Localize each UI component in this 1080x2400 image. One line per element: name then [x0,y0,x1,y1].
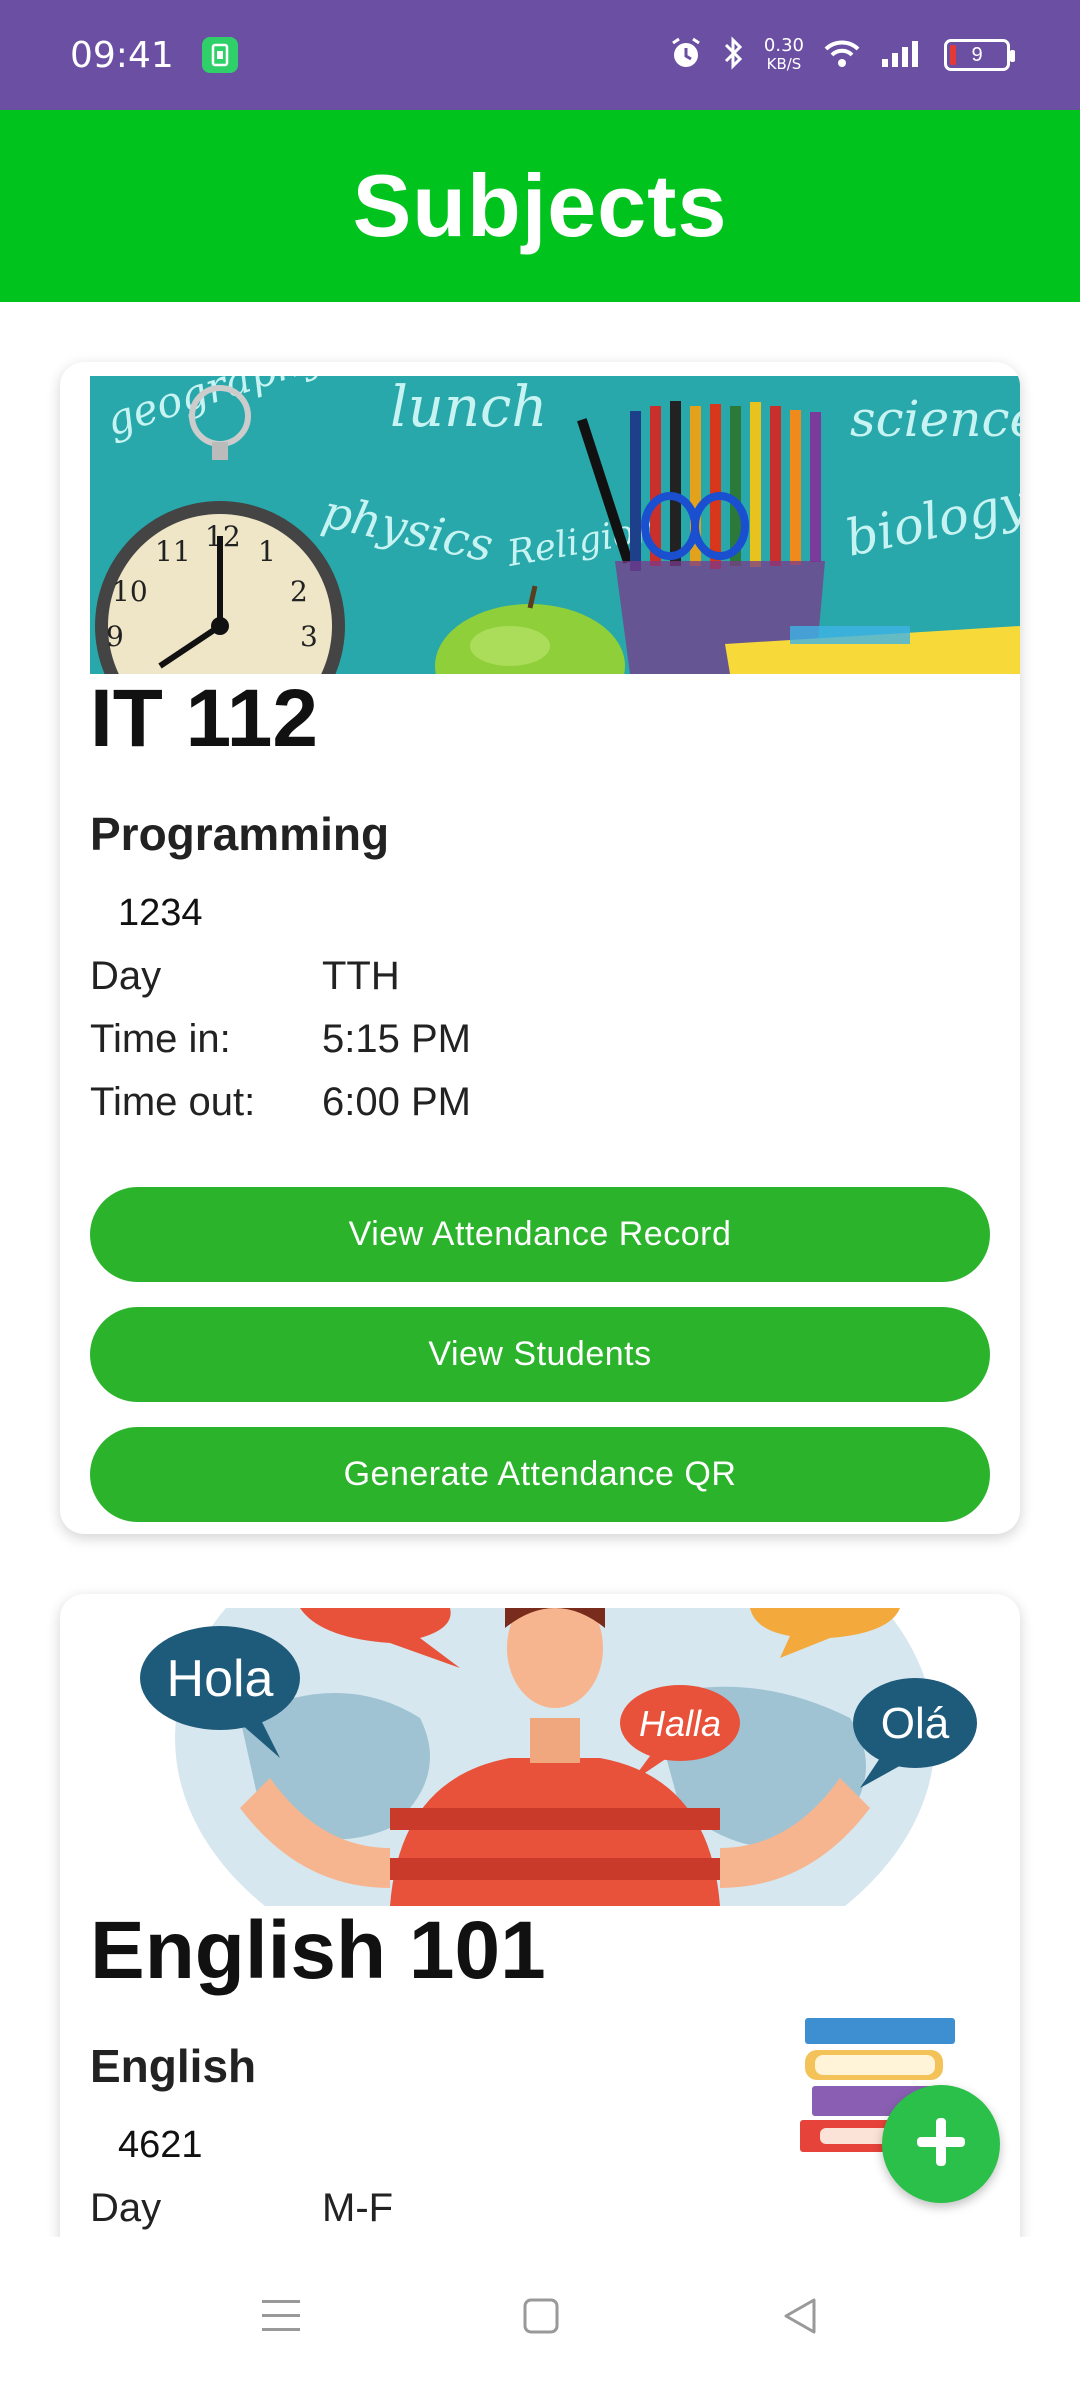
subject-image: geography lunch physics Religion biology… [90,376,1020,674]
status-icons: 0.30 KB/S 9 [668,35,1015,76]
signal-icon [880,37,926,74]
time-in-row: Time in: 5:15 PM [90,1017,471,1062]
day-row: Day M-F [90,2186,393,2231]
subject-image: Hola Halla Olá [90,1608,1020,1906]
subject-number: 4621 [118,2124,203,2166]
svg-text:9: 9 [106,620,124,653]
svg-text:3: 3 [300,620,318,653]
system-nav-bar [0,2237,1080,2400]
menu-icon[interactable] [260,2296,302,2341]
plus-icon [913,2114,969,2175]
time-out-value: 6:00 PM [322,1080,471,1124]
generate-attendance-qr-button[interactable]: Generate Attendance QR [90,1427,990,1522]
page-title: Subjects [352,156,728,255]
svg-text:10: 10 [112,575,148,608]
time-in-value: 5:15 PM [322,1017,471,1061]
home-icon[interactable] [521,2296,561,2341]
day-value: M-F [322,2186,394,2230]
app-bar: Subjects [0,110,1080,302]
svg-text:2: 2 [290,575,308,608]
subject-number: 1234 [118,892,203,934]
view-students-button[interactable]: View Students [90,1307,990,1402]
wifi-icon [822,37,862,74]
add-subject-button[interactable] [882,2085,1000,2203]
day-row: Day TTH [90,954,400,999]
back-icon[interactable] [780,2296,820,2341]
subject-name: Programming [90,808,390,860]
view-attendance-record-button[interactable]: View Attendance Record [90,1187,990,1282]
chalk-word: lunch [390,376,547,440]
svg-text:1: 1 [258,535,276,568]
alarm-icon [668,35,704,76]
subject-card[interactable]: geography lunch physics Religion biology… [60,362,1020,1534]
speed-unit: KB/S [766,55,802,73]
subject-code: IT 112 [90,673,318,764]
bubble-halla: Halla [639,1703,721,1744]
day-value: TTH [322,954,400,998]
battery-level: 9 [971,43,983,66]
status-time: 09:41 [70,34,174,76]
time-in-label: Time in: [90,1017,231,1061]
bluetooth-icon [722,35,746,76]
time-out-row: Time out: 6:00 PM [90,1080,471,1125]
day-label: Day [90,2186,162,2230]
chalk-word: science [850,390,1020,448]
bubble-ola: Olá [881,1699,950,1748]
status-bar: 09:41 0.30 KB/S 9 [0,0,1080,110]
network-speed: 0.30 KB/S [763,35,804,74]
svg-text:11: 11 [155,535,191,568]
subject-code: English 101 [90,1905,546,1996]
app-notification-icon [201,37,238,73]
day-label: Day [90,954,162,998]
subject-name: English [90,2040,257,2092]
speed-value: 0.30 [763,35,804,56]
subject-list[interactable]: geography lunch physics Religion biology… [0,302,1080,2237]
battery-icon: 9 [944,39,1015,71]
time-out-label: Time out: [90,1080,256,1124]
bubble-hola: Hola [167,1650,274,1708]
